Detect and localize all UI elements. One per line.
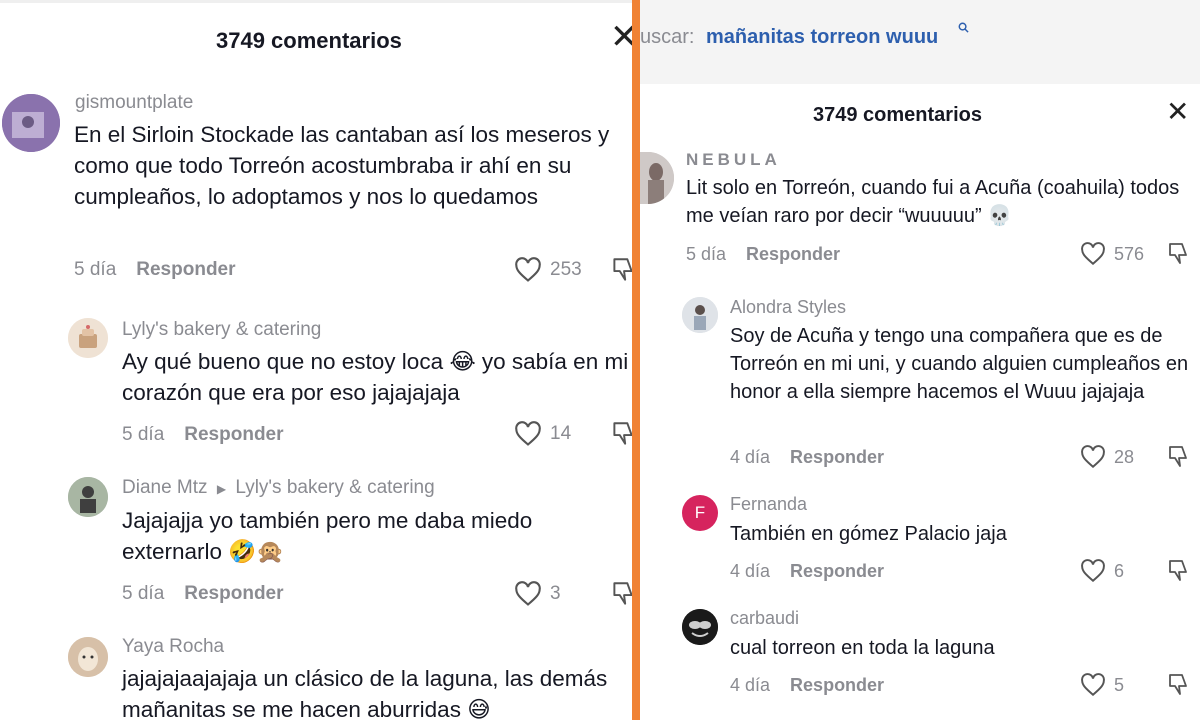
like-button[interactable]: 6 (1080, 559, 1124, 583)
comment-text: En el Sirloin Stockade las cantaban así … (74, 122, 610, 209)
reply-button[interactable]: Responder (136, 259, 235, 280)
avatar[interactable]: F (682, 495, 718, 531)
avatar[interactable] (682, 609, 718, 645)
comment-meta: 4 día Responder (730, 447, 884, 468)
comment-text: Soy de Acuña y tengo una compañera que e… (730, 325, 1189, 403)
like-count: 253 (550, 259, 582, 280)
like-button[interactable]: 28 (1080, 445, 1134, 469)
heart-icon (515, 257, 541, 282)
like-count: 3 (550, 583, 561, 604)
dislike-icon[interactable] (1166, 672, 1190, 703)
search-prefix: uscar: (640, 26, 695, 48)
comment-username[interactable]: Diane Mtz (122, 477, 208, 498)
comment-meta: 4 día Responder (730, 561, 884, 582)
like-count: 576 (1114, 243, 1145, 264)
avatar[interactable] (68, 318, 108, 358)
comment-age: 5 día (122, 583, 165, 604)
like-button[interactable]: 576 (1080, 242, 1144, 266)
heart-icon (1081, 559, 1105, 583)
comment-meta: 4 día Responder (730, 675, 884, 696)
comment-age: 4 día (730, 675, 771, 695)
comment-age: 4 día (730, 447, 771, 467)
avatar[interactable] (682, 297, 718, 333)
heart-icon (1081, 445, 1105, 469)
dislike-icon[interactable] (1166, 241, 1190, 272)
search-icon[interactable] (958, 22, 969, 36)
reply-arrow-icon: ▶ (216, 482, 227, 496)
dislike-icon[interactable] (610, 420, 632, 453)
heart-icon (515, 581, 541, 606)
avatar[interactable] (68, 637, 108, 677)
comment-username[interactable]: Alondra Styles (730, 297, 846, 318)
comment-text: Ay qué bueno que no estoy loca 😂 yo sabí… (122, 349, 629, 405)
close-icon[interactable]: ✕ (610, 20, 632, 54)
orange-divider (632, 0, 640, 720)
comment-meta: 5 día Responder (74, 259, 236, 281)
comment-meta: 5 día Responder (122, 424, 284, 446)
comment-username[interactable]: Lyly's bakery & catering (122, 319, 321, 341)
comment-username[interactable]: Fernanda (730, 494, 807, 515)
reply-button[interactable]: Responder (184, 424, 283, 445)
like-button[interactable]: 14 (514, 421, 571, 447)
comment-age: 5 día (74, 259, 117, 280)
comment-text: También en gómez Palacio jaja (730, 523, 1007, 545)
close-icon[interactable]: ✕ (1166, 98, 1189, 126)
comment-age: 5 día (686, 244, 727, 264)
like-button[interactable]: 5 (1080, 673, 1124, 697)
comment-username-line: Diane Mtz ▶ Lyly's bakery & catering (122, 477, 435, 499)
heart-icon (515, 421, 541, 446)
dislike-icon[interactable] (610, 580, 632, 613)
search-bar[interactable]: uscar: mañanitas torreon wuuu (640, 0, 1200, 84)
comments-count-title: 3749 comentarios (813, 104, 982, 126)
top-divider-line (0, 0, 632, 3)
dislike-icon[interactable] (610, 256, 632, 289)
like-button[interactable]: 253 (514, 257, 582, 283)
search-query[interactable]: mañanitas torreon wuuu (706, 26, 938, 49)
comment-meta: 5 día Responder (122, 583, 284, 605)
reply-button[interactable]: Responder (746, 244, 840, 264)
like-count: 6 (1114, 560, 1125, 581)
heart-icon (1081, 673, 1105, 697)
like-count: 5 (1114, 674, 1125, 695)
comment-username[interactable]: gismountplate (75, 92, 193, 114)
comment-age: 4 día (730, 561, 771, 581)
avatar[interactable] (2, 94, 60, 152)
reply-button[interactable]: Responder (790, 447, 884, 467)
comment-username[interactable]: carbaudi (730, 608, 799, 629)
comments-count-title: 3749 comentarios (216, 28, 402, 53)
comment-text: Lit solo en Torreón, cuando fui a Acuña … (686, 177, 1180, 227)
like-button[interactable]: 3 (514, 581, 561, 607)
dislike-icon[interactable] (1166, 444, 1190, 475)
reply-button[interactable]: Responder (790, 561, 884, 581)
reply-to-username[interactable]: Lyly's bakery & catering (235, 477, 434, 498)
comment-age: 5 día (122, 424, 165, 445)
like-count: 28 (1114, 446, 1135, 467)
comment-username[interactable]: Yaya Rocha (122, 636, 224, 658)
comment-text: Jajajajja yo también pero me daba miedo … (122, 508, 533, 564)
reply-button[interactable]: Responder (184, 583, 283, 604)
comment-meta: 5 día Responder (686, 244, 840, 265)
reply-button[interactable]: Responder (790, 675, 884, 695)
comment-text: jajajajaajajaja un clásico de la laguna,… (122, 666, 608, 720)
right-comments-panel: uscar: mañanitas torreon wuuu 3749 comen… (640, 0, 1200, 720)
comment-text: cual torreon en toda la laguna (730, 637, 995, 659)
comment-username[interactable]: NEBULA (686, 150, 781, 170)
heart-icon (1081, 242, 1105, 266)
like-count: 14 (550, 423, 572, 444)
left-comments-panel: 3749 comentarios ✕ gismountplate En el S… (0, 0, 632, 720)
avatar[interactable] (68, 477, 108, 517)
dislike-icon[interactable] (1166, 558, 1190, 589)
